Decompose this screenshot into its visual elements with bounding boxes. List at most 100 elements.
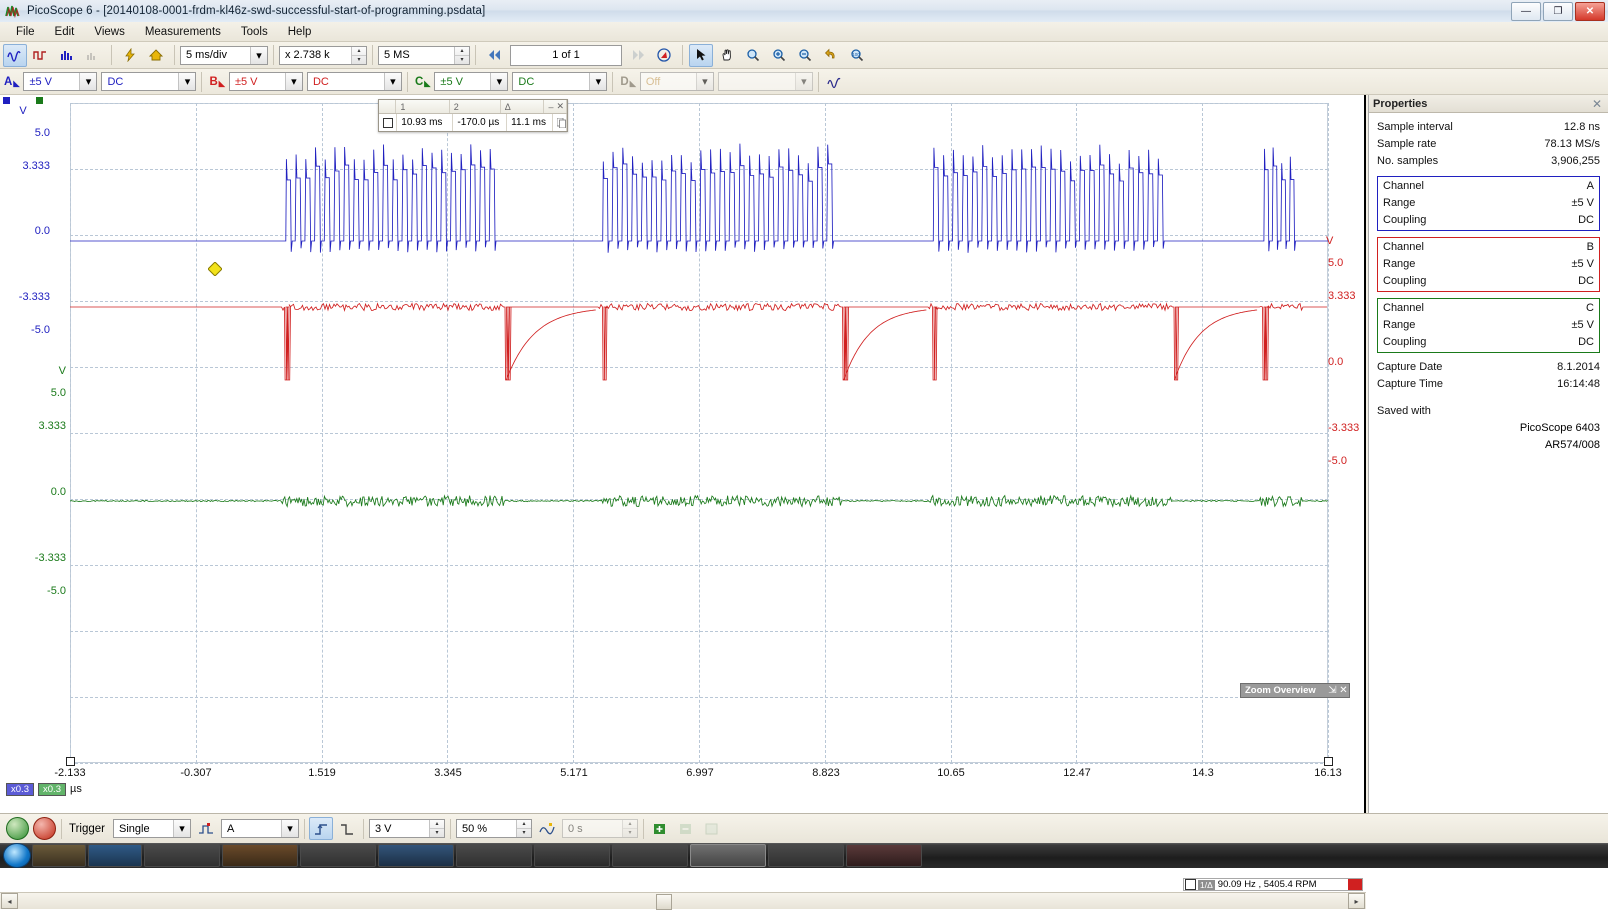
stop-capture-button[interactable] xyxy=(33,817,56,840)
toolbar-separator xyxy=(61,818,62,839)
home-icon[interactable] xyxy=(144,44,168,67)
taskbar-item[interactable] xyxy=(222,844,298,867)
start-capture-button[interactable] xyxy=(6,817,29,840)
pin-icon[interactable]: ⇲ xyxy=(1327,685,1338,696)
zoom-badge-channel-C[interactable]: x0.3 xyxy=(38,783,66,796)
close-button[interactable]: ✕ xyxy=(1575,2,1605,21)
ruler-copy-icon[interactable] xyxy=(553,114,567,131)
chevron-down-icon[interactable]: ▾ xyxy=(695,73,713,90)
channel-C-range-select[interactable]: ±5 V ▾ xyxy=(434,72,509,91)
compass-icon[interactable] xyxy=(652,44,676,67)
multiplier-stepper[interactable]: x 2.738 k ▴ ▾ xyxy=(279,45,367,65)
persistence-mode-icon[interactable] xyxy=(29,44,53,67)
chevron-down-icon[interactable]: ▾ xyxy=(178,73,196,90)
channel-A-coupling-select[interactable]: DC ▾ xyxy=(101,72,197,91)
taskbar-item[interactable] xyxy=(300,844,376,867)
chevron-down-icon[interactable]: ▾ xyxy=(79,73,97,90)
hand-pan-icon[interactable] xyxy=(715,44,739,67)
taskbar-item-active[interactable] xyxy=(690,844,766,867)
trigger-bolt-icon[interactable] xyxy=(118,44,142,67)
zoom-badge-channel-A[interactable]: x0.3 xyxy=(6,783,34,796)
ruler-row-checkbox[interactable] xyxy=(379,114,398,131)
undo-zoom-icon[interactable] xyxy=(819,44,843,67)
falling-edge-icon[interactable] xyxy=(335,817,359,840)
timebase-select[interactable]: 5 ms/div ▾ xyxy=(180,45,268,65)
trigger-hysteresis-stepper[interactable]: 50 % ▴ ▾ xyxy=(456,819,532,838)
taskbar-item[interactable] xyxy=(612,844,688,867)
properties-close-icon[interactable]: ✕ xyxy=(1590,97,1604,111)
horizontal-scrollbar[interactable]: ◂ ▸ xyxy=(0,892,1366,910)
start-button-icon[interactable] xyxy=(3,843,31,868)
menu-help[interactable]: Help xyxy=(278,24,322,40)
minimize-button[interactable]: — xyxy=(1511,2,1541,21)
zoom-window-icon[interactable] xyxy=(741,44,765,67)
taskbar-item[interactable] xyxy=(144,844,220,867)
taskbar-item[interactable] xyxy=(32,844,86,867)
ruler-close-icon[interactable]: ✕ xyxy=(556,101,564,112)
pointer-tool-icon[interactable] xyxy=(689,43,713,67)
chevron-down-icon[interactable]: ▾ xyxy=(284,73,302,90)
readout-checkbox[interactable] xyxy=(1185,879,1196,890)
channel-A-range-select[interactable]: ±5 V ▾ xyxy=(23,72,98,91)
maximize-button[interactable]: ❐ xyxy=(1543,2,1573,21)
taskbar-item[interactable] xyxy=(768,844,844,867)
channel-B-coupling-select[interactable]: DC ▾ xyxy=(306,72,402,91)
scroll-thumb[interactable] xyxy=(656,894,673,910)
chevron-down-icon[interactable]: ▾ xyxy=(589,73,607,90)
chevron-down-icon[interactable]: ▾ xyxy=(383,73,401,90)
ruler-window-buttons: – ✕ xyxy=(544,100,567,113)
menu-edit[interactable]: Edit xyxy=(45,24,85,40)
trigger-advanced-icon[interactable] xyxy=(194,817,218,840)
taskbar-item[interactable] xyxy=(378,844,454,867)
spinner-arrows[interactable]: ▴ ▾ xyxy=(454,46,469,64)
scope-mode-icon[interactable] xyxy=(3,43,27,67)
spinner-arrows[interactable]: ▴ ▾ xyxy=(516,820,531,837)
pre-trigger-icon[interactable] xyxy=(535,817,559,840)
menu-views[interactable]: Views xyxy=(84,24,134,40)
chevron-down-icon[interactable]: ▾ xyxy=(250,46,267,64)
scroll-right-button[interactable]: ▸ xyxy=(1348,893,1365,909)
frequency-readout: 1/Δ 90.09 Hz , 5405.4 RPM xyxy=(1183,878,1363,891)
scope-graph-area[interactable]: V 5.0 3.333 0.0 -3.333 -5.0 V 5.0 3.333 … xyxy=(0,95,1366,910)
ruler-minimize-icon[interactable]: – xyxy=(548,102,553,112)
rising-edge-icon[interactable] xyxy=(309,817,333,840)
trigger-marker-icon[interactable] xyxy=(208,262,222,276)
menu-file[interactable]: File xyxy=(6,24,45,40)
time-ruler-handle-left[interactable] xyxy=(66,757,75,766)
scroll-left-button[interactable]: ◂ xyxy=(1,893,18,909)
zoom-full-icon[interactable]: 100 xyxy=(845,44,869,67)
add-measurement-icon[interactable] xyxy=(648,817,672,840)
channel-C-marker[interactable] xyxy=(36,97,43,104)
menu-tools[interactable]: Tools xyxy=(231,24,278,40)
zoom-overview-label: Zoom Overview xyxy=(1245,685,1316,696)
spinner-arrows[interactable]: ▴ ▾ xyxy=(351,46,366,64)
channel-A-marker[interactable] xyxy=(3,97,10,104)
channel-B-range-select[interactable]: ±5 V ▾ xyxy=(228,72,303,91)
taskbar-item[interactable] xyxy=(846,844,922,867)
scroll-track[interactable] xyxy=(19,894,1347,910)
channel-value: C xyxy=(1586,302,1594,314)
channel-D-range-select[interactable]: Off ▾ xyxy=(639,72,714,91)
trigger-mode-select[interactable]: Single ▾ xyxy=(113,819,191,838)
taskbar-item[interactable] xyxy=(88,844,142,867)
chevron-down-icon[interactable]: ▾ xyxy=(281,820,298,837)
math-channel-icon[interactable] xyxy=(823,70,847,93)
taskbar-item[interactable] xyxy=(456,844,532,867)
zoom-out-icon[interactable] xyxy=(793,44,817,67)
menu-measurements[interactable]: Measurements xyxy=(135,24,231,40)
page-first-icon[interactable] xyxy=(482,44,506,67)
chevron-down-icon[interactable]: ▾ xyxy=(173,820,190,837)
close-icon[interactable]: ✕ xyxy=(1338,685,1349,696)
time-ruler-handle-right[interactable] xyxy=(1324,757,1333,766)
chevron-down-icon[interactable]: ▾ xyxy=(490,73,508,90)
trigger-threshold-stepper[interactable]: 3 V ▴ ▾ xyxy=(369,819,445,838)
spinner-arrows[interactable]: ▴ ▾ xyxy=(429,820,444,837)
taskbar-item[interactable] xyxy=(534,844,610,867)
zoom-overview-widget[interactable]: Zoom Overview ⇲ ✕ xyxy=(1240,683,1350,698)
zoom-in-icon[interactable] xyxy=(767,44,791,67)
sample-count-stepper[interactable]: 5 MS ▴ ▾ xyxy=(378,45,470,65)
trigger-source-select[interactable]: A ▾ xyxy=(221,819,299,838)
channel-C-coupling-select[interactable]: DC ▾ xyxy=(512,72,608,91)
spectrum-mode-icon[interactable] xyxy=(55,44,79,67)
ruler-legend-box[interactable]: 1 2 Δ – ✕ 10.93 ms -170.0 µs 11.1 ms xyxy=(378,99,568,132)
